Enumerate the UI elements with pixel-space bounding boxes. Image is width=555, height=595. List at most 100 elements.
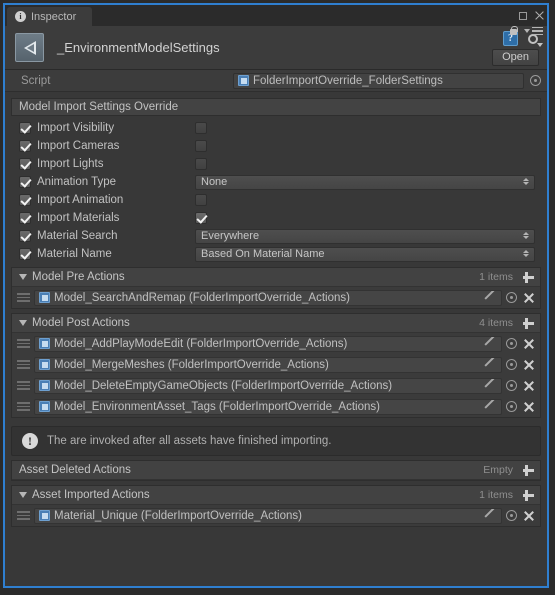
add-item-button[interactable] (521, 488, 536, 503)
pencil-edit-icon[interactable] (485, 382, 495, 392)
add-item-button[interactable] (521, 463, 536, 478)
dropdown-arrows-icon (523, 249, 529, 257)
script-asset-icon (238, 75, 249, 86)
drag-handle-icon[interactable] (17, 381, 30, 390)
drag-handle-icon[interactable] (17, 293, 30, 302)
window-inner: i Inspector _EnvironmentModelSettings ? … (5, 5, 547, 586)
property-label: Import Visibility (37, 122, 115, 134)
property-value-checkbox[interactable] (195, 140, 207, 152)
object-picker-icon[interactable] (506, 359, 517, 370)
list-header[interactable]: Asset Imported Actions 1 items (12, 486, 540, 505)
pencil-edit-icon[interactable] (485, 403, 495, 413)
info-icon: i (15, 11, 26, 22)
add-item-button[interactable] (521, 270, 536, 285)
drag-handle-icon[interactable] (17, 402, 30, 411)
override-checkbox[interactable] (19, 176, 31, 188)
open-button[interactable]: Open (492, 49, 539, 66)
section-title: Model Import Settings Override (11, 98, 541, 116)
row-icon-group (506, 510, 536, 521)
list-item[interactable]: Material_Unique (FolderImportOverride_Ac… (12, 505, 540, 526)
property-row: Material Search Everywhere (11, 227, 541, 245)
object-field[interactable]: Model_SearchAndRemap (FolderImportOverri… (34, 289, 502, 306)
override-checkbox[interactable] (19, 194, 31, 206)
script-object-field[interactable]: FolderImportOverride_FolderSettings (233, 72, 524, 89)
property-row: Material Name Based On Material Name (11, 245, 541, 263)
remove-x-icon[interactable] (524, 339, 534, 349)
script-value: FolderImportOverride_FolderSettings (253, 74, 443, 87)
object-picker-icon[interactable] (506, 292, 517, 303)
reorderable-list: Model Post Actions 4 items Model_AddPlayMo… (11, 313, 541, 418)
object-header: _EnvironmentModelSettings ? Open (5, 26, 547, 70)
pencil-edit-icon[interactable] (485, 294, 495, 304)
foldout-triangle-icon[interactable] (19, 492, 27, 498)
tab-inspector-label: Inspector (31, 10, 77, 23)
page-title: _EnvironmentModelSettings (57, 40, 220, 55)
pencil-edit-icon[interactable] (485, 361, 495, 371)
object-field-value: Model_AddPlayModeEdit (FolderImportOverr… (54, 337, 348, 350)
property-dropdown[interactable]: Everywhere (195, 228, 535, 244)
object-field[interactable]: Model_EnvironmentAsset_Tags (FolderImpor… (34, 398, 502, 415)
add-item-button[interactable] (521, 316, 536, 331)
drag-handle-icon[interactable] (17, 339, 30, 348)
object-field[interactable]: Model_MergeMeshes (FolderImportOverride_… (34, 356, 502, 373)
remove-x-icon[interactable] (524, 360, 534, 370)
pencil-edit-icon[interactable] (485, 340, 495, 350)
property-value-checkbox[interactable] (195, 158, 207, 170)
maximize-icon[interactable] (519, 11, 527, 20)
script-asset-icon (39, 510, 50, 521)
list-header[interactable]: Model Post Actions 4 items (12, 314, 540, 333)
object-picker-icon[interactable] (506, 380, 517, 391)
row-icon-group (506, 359, 536, 370)
close-icon[interactable] (534, 11, 544, 21)
drag-handle-icon[interactable] (17, 511, 30, 520)
property-dropdown[interactable]: None (195, 174, 535, 190)
list-item[interactable]: Model_EnvironmentAsset_Tags (FolderImpor… (12, 396, 540, 417)
foldout-triangle-icon[interactable] (19, 274, 27, 280)
script-label: Script (21, 74, 51, 87)
remove-x-icon[interactable] (524, 293, 534, 303)
object-field[interactable]: Material_Unique (FolderImportOverride_Ac… (34, 507, 502, 524)
property-row: Import Cameras (11, 137, 541, 155)
info-exclamation-icon: ! (22, 433, 38, 449)
drag-handle-icon[interactable] (17, 360, 30, 369)
hamburger-menu-icon[interactable] (524, 26, 543, 36)
override-checkbox[interactable] (19, 158, 31, 170)
object-field[interactable]: Model_AddPlayModeEdit (FolderImportOverr… (34, 335, 502, 352)
pencil-edit-icon[interactable] (485, 512, 495, 522)
window-controls (519, 5, 544, 26)
property-value-checkbox[interactable] (195, 212, 207, 224)
inspector-toolbar (509, 24, 543, 38)
remove-x-icon[interactable] (524, 402, 534, 412)
object-picker-icon[interactable] (506, 338, 517, 349)
override-checkbox[interactable] (19, 212, 31, 224)
object-field[interactable]: Model_DeleteEmptyGameObjects (FolderImpo… (34, 377, 502, 394)
lock-icon[interactable] (509, 25, 518, 37)
override-checkbox[interactable] (19, 122, 31, 134)
script-asset-icon (39, 359, 50, 370)
property-dropdown[interactable]: Based On Material Name (195, 246, 535, 262)
list-item[interactable]: Model_DeleteEmptyGameObjects (FolderImpo… (12, 375, 540, 396)
row-icon-group (506, 380, 536, 391)
object-picker-icon[interactable] (530, 75, 541, 86)
override-checkbox[interactable] (19, 248, 31, 260)
override-checkbox[interactable] (19, 140, 31, 152)
object-field-value: Model_DeleteEmptyGameObjects (FolderImpo… (54, 379, 393, 392)
list-item[interactable]: Model_SearchAndRemap (FolderImportOverri… (12, 287, 540, 308)
list-item-count: 4 items (479, 317, 513, 329)
override-checkbox[interactable] (19, 230, 31, 242)
property-value-checkbox[interactable] (195, 122, 207, 134)
remove-x-icon[interactable] (524, 511, 534, 521)
foldout-triangle-icon[interactable] (19, 320, 27, 326)
object-field-value: Material_Unique (FolderImportOverride_Ac… (54, 509, 302, 522)
list-header[interactable]: Asset Deleted Actions Empty (12, 461, 540, 480)
list-item[interactable]: Model_AddPlayModeEdit (FolderImportOverr… (12, 333, 540, 354)
tab-inspector[interactable]: i Inspector (7, 7, 93, 26)
list-item[interactable]: Model_MergeMeshes (FolderImportOverride_… (12, 354, 540, 375)
list-header[interactable]: Model Pre Actions 1 items (12, 268, 540, 287)
property-row: Import Lights (11, 155, 541, 173)
object-picker-icon[interactable] (506, 510, 517, 521)
row-icon-group (506, 338, 536, 349)
remove-x-icon[interactable] (524, 381, 534, 391)
object-picker-icon[interactable] (506, 401, 517, 412)
property-value-checkbox[interactable] (195, 194, 207, 206)
